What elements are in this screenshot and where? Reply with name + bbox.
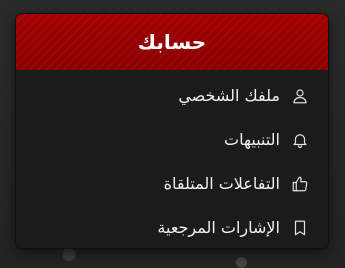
- menu-item-alerts[interactable]: التنبيهات: [16, 118, 328, 162]
- menu-item-label: التنبيهات: [224, 130, 280, 149]
- menu-item-reactions[interactable]: التفاعلات المتلقاة: [16, 162, 328, 206]
- bell-icon: [290, 130, 310, 150]
- menu-item-label: ملفك الشخصي: [178, 86, 280, 105]
- bookmark-icon: [290, 218, 310, 238]
- user-icon: [290, 86, 310, 106]
- menu-item-label: الإشارات المرجعية: [157, 218, 280, 237]
- menu-title: حسابك: [137, 30, 207, 54]
- menu-list: ملفك الشخصي التنبيهات التفاعلات المتلقاة…: [16, 70, 328, 248]
- menu-item-label: التفاعلات المتلقاة: [163, 174, 280, 193]
- account-dropdown-menu: حسابك ملفك الشخصي التنبيهات التفاعلات ال…: [16, 14, 328, 248]
- thumbs-up-icon: [290, 174, 310, 194]
- menu-item-profile[interactable]: ملفك الشخصي: [16, 74, 328, 118]
- menu-item-bookmarks[interactable]: الإشارات المرجعية: [16, 206, 328, 248]
- menu-header: حسابك: [16, 14, 328, 70]
